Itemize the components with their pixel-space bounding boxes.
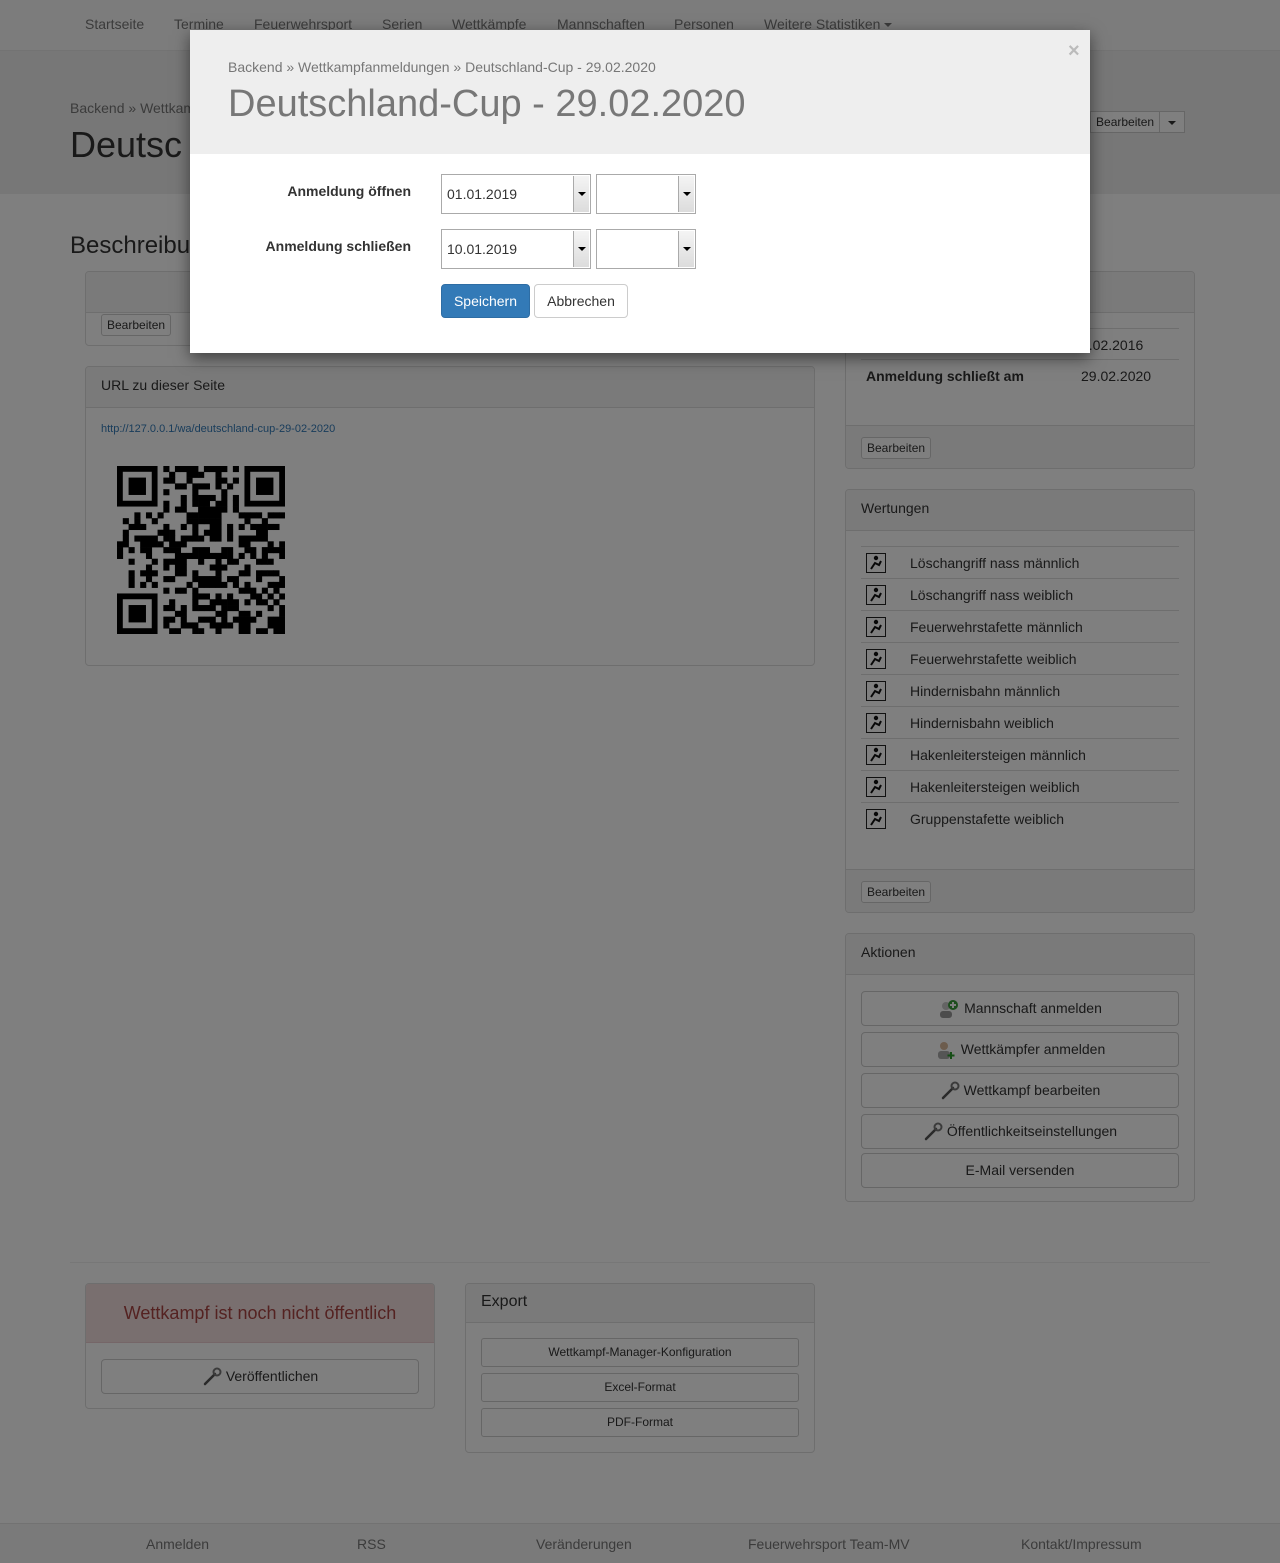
modal-title: Deutschland-Cup - 29.02.2020 xyxy=(228,83,746,125)
close-time-select[interactable] xyxy=(596,229,696,269)
chevron-down-icon xyxy=(678,176,694,212)
open-time-select[interactable] xyxy=(596,174,696,214)
chevron-down-icon xyxy=(573,176,589,212)
page: Startseite Termine Feuerwehrsport Serien… xyxy=(0,0,1280,1563)
close-icon[interactable]: × xyxy=(1068,40,1080,63)
save-button[interactable]: Speichern xyxy=(441,284,530,318)
open-date-select[interactable]: 01.01.2019 xyxy=(441,174,591,214)
close-registration-label: Anmeldung schließen xyxy=(265,238,411,254)
close-date-select[interactable]: 10.01.2019 xyxy=(441,229,591,269)
cancel-button[interactable]: Abbrechen xyxy=(534,284,628,318)
close-date-value: 10.01.2019 xyxy=(447,241,518,257)
modal-header: × Backend » Wettkampfanmeldungen » Deuts… xyxy=(190,30,1090,154)
open-date-value: 01.01.2019 xyxy=(447,186,518,202)
chevron-down-icon xyxy=(678,231,694,267)
modal-breadcrumb: Backend » Wettkampfanmeldungen » Deutsch… xyxy=(228,59,656,75)
registration-dates-modal: × Backend » Wettkampfanmeldungen » Deuts… xyxy=(190,30,1090,353)
chevron-down-icon xyxy=(573,231,589,267)
open-registration-label: Anmeldung öffnen xyxy=(287,183,411,199)
